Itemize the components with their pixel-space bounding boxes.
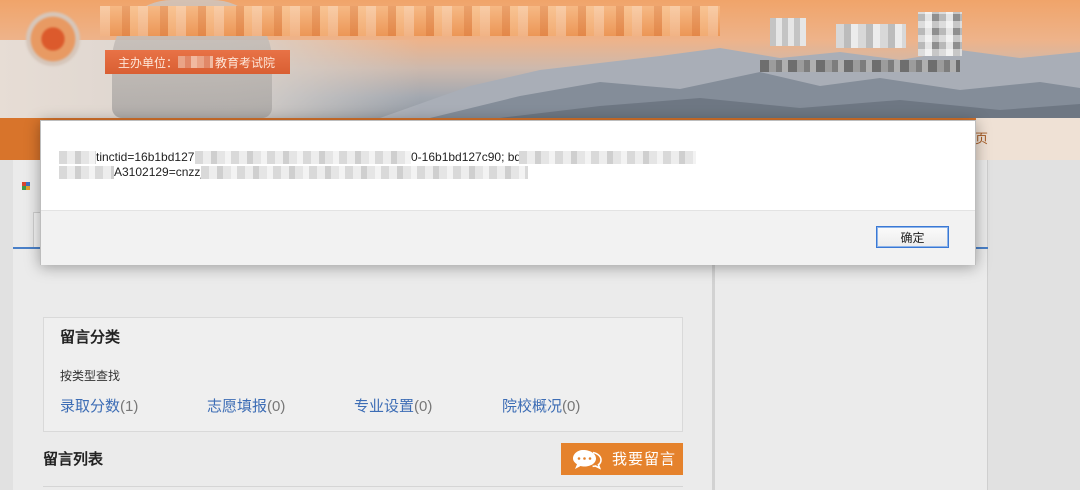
category-link-admission-scores[interactable]: 录取分数(1) [60, 397, 138, 417]
category-count: (0) [414, 398, 433, 415]
list-divider [43, 486, 683, 487]
category-box-title: 留言分类 [60, 329, 121, 346]
category-link-application[interactable]: 志愿填报(0) [207, 397, 285, 417]
sponsor-label: 主办单位： [118, 55, 179, 70]
redacted-text-blur [59, 151, 96, 164]
redacted-text-blur [195, 151, 411, 164]
header-text-redacted [760, 60, 960, 72]
header-contact-redacted [770, 18, 806, 46]
category-label: 录取分数 [60, 398, 121, 415]
post-message-button[interactable]: 我要留言 [561, 443, 683, 475]
category-count: (1) [120, 398, 139, 415]
redacted-text-blur [519, 151, 696, 164]
alert-message-line2-part1: A3102129=cnzz_ [114, 165, 208, 179]
header-contact-redacted [836, 24, 906, 48]
sponsor-org: 教育考试院 [215, 55, 276, 70]
site-banner: 主办单位： 教育考试院 [0, 0, 1080, 118]
redacted-text-blur [201, 166, 528, 179]
redacted-text-blur [59, 166, 114, 179]
message-category-box: 留言分类 按类型查找 录取分数(1) 志愿填报(0) 专业设置(0) 院校概况(… [43, 317, 683, 432]
nav-home-item-bg [976, 118, 1080, 160]
category-link-majors[interactable]: 专业设置(0) [354, 397, 432, 417]
alert-dialog: tinctid=16b1bd127 0-16b1bd127c90; bd A31… [40, 120, 976, 265]
category-count: (0) [562, 398, 581, 415]
site-emblem-icon[interactable] [26, 12, 80, 66]
location-grid-icon [22, 182, 30, 190]
sponsor-name-redacted [178, 56, 213, 68]
alert-message-line1-part1: tinctid=16b1bd127 [96, 150, 195, 164]
search-by-type-label: 按类型查找 [60, 369, 121, 383]
header-qrcode-redacted [918, 12, 962, 56]
message-list-title: 留言列表 [43, 451, 104, 468]
category-label: 院校概况 [502, 398, 563, 415]
container-right-border [987, 160, 988, 490]
category-label: 专业设置 [354, 398, 415, 415]
alert-button-bar: 确定 [41, 210, 975, 265]
alert-ok-button[interactable]: 确定 [876, 226, 949, 248]
category-link-school-overview[interactable]: 院校概况(0) [502, 397, 580, 417]
category-label: 志愿填报 [207, 398, 268, 415]
nav-item-home[interactable]: 页 [975, 131, 988, 147]
sponsor-ribbon: 主办单位： 教育考试院 [105, 50, 290, 74]
site-title-redacted [100, 6, 720, 36]
post-message-label: 我要留言 [612, 450, 677, 468]
alert-message-line1-part2: 0-16b1bd127c90; bd [411, 150, 522, 164]
category-count: (0) [267, 398, 286, 415]
speech-bubble-icon [573, 450, 602, 470]
